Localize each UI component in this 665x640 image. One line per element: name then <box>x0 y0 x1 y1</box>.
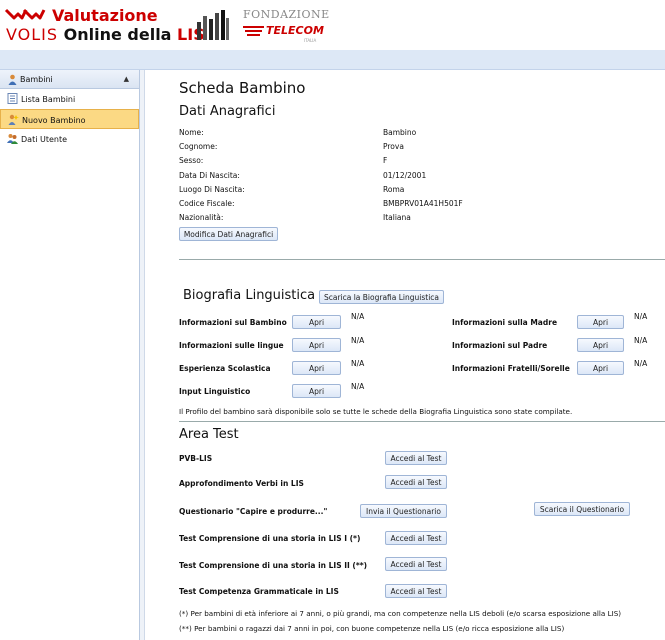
status-na: N/A <box>634 312 648 321</box>
status-na: N/A <box>351 359 365 368</box>
sidebar-section-bambini[interactable]: Bambini ▲ <box>0 70 139 89</box>
field-value-nome: Bambino <box>383 128 417 137</box>
list-icon <box>7 93 18 104</box>
field-label-cognome: Cognome: <box>179 142 218 151</box>
sidebar-item-dati-utente[interactable]: Dati Utente <box>0 129 139 149</box>
section-title-test: Area Test <box>179 427 239 442</box>
field-label-luogo-nascita: Luogo Di Nascita: <box>179 185 245 194</box>
bio-label-input: Input Linguistico <box>179 387 251 396</box>
logo-title-line1: Valutazione <box>52 6 158 25</box>
child-icon <box>8 74 17 85</box>
field-value-luogo-nascita: Roma <box>383 185 405 194</box>
field-value-sesso: F <box>383 156 388 165</box>
sidebar-splitter[interactable] <box>140 70 145 640</box>
open-padre-button[interactable]: Apri <box>577 338 624 352</box>
footnote-1: (*) Per bambini di età inferiore ai 7 an… <box>179 609 622 618</box>
sidebar-item-lista-bambini[interactable]: Lista Bambini <box>0 89 139 109</box>
sidebar-section-label: Bambini <box>20 75 53 84</box>
bio-label-madre: Informazioni sulla Madre <box>452 318 558 327</box>
access-storia-1-button[interactable]: Accedi al Test <box>385 531 447 545</box>
app-header: Valutazione VOLIS Online della LIS FONDA… <box>0 0 665 50</box>
sidebar: Bambini ▲ Lista Bambini Nuovo Bambino Da… <box>0 70 140 640</box>
test-label-storia-2: Test Comprensione di una storia in LIS I… <box>179 561 368 570</box>
open-scolastica-button[interactable]: Apri <box>292 361 341 375</box>
status-na: N/A <box>634 359 648 368</box>
biografia-note: Il Profilo del bambino sarà disponibile … <box>179 407 573 416</box>
sidebar-item-label: Nuovo Bambino <box>22 116 86 125</box>
access-grammaticale-button[interactable]: Accedi al Test <box>385 584 447 598</box>
test-label-grammaticale: Test Competenza Grammaticale in LIS <box>179 587 339 596</box>
field-label-codice-fiscale: Codice Fiscale: <box>179 199 235 208</box>
download-biografia-button[interactable]: Scarica la Biografia Linguistica <box>319 290 444 304</box>
test-label-verbi: Approfondimento Verbi in LIS <box>179 479 304 488</box>
chevron-up-icon[interactable]: ▲ <box>124 75 129 83</box>
field-value-codice-fiscale: BMBPRV01A41H501F <box>383 199 463 208</box>
hands-logo-icon <box>4 8 46 20</box>
bio-label-padre: Informazioni sul Padre <box>452 341 548 350</box>
page-title: Scheda Bambino <box>179 79 306 97</box>
send-questionario-button[interactable]: Invia il Questionario <box>360 504 447 518</box>
open-fratelli-button[interactable]: Apri <box>577 361 624 375</box>
status-na: N/A <box>351 312 365 321</box>
field-label-nazionalita: Nazionalità: <box>179 213 224 222</box>
field-value-data-nascita: 01/12/2001 <box>383 171 427 180</box>
sidebar-item-label: Dati Utente <box>21 135 68 144</box>
field-label-sesso: Sesso: <box>179 156 204 165</box>
header-toolbar <box>0 50 665 70</box>
bio-label-fratelli: Informazioni Fratelli/Sorelle <box>452 364 570 373</box>
test-label-questionario: Questionario "Capire e produrre..." <box>179 507 328 516</box>
open-input-button[interactable]: Apri <box>292 384 341 398</box>
divider <box>179 421 665 422</box>
bio-label-lingue: Informazioni sulle lingue <box>179 341 284 350</box>
telecom-name: TELECOM <box>266 24 324 37</box>
sidebar-item-label: Lista Bambini <box>21 95 76 104</box>
main-content: Scheda Bambino Dati Anagrafici Nome: Bam… <box>146 70 665 640</box>
users-icon <box>7 134 18 144</box>
status-na: N/A <box>351 382 365 391</box>
bars-logo-icon <box>197 10 229 40</box>
open-bambino-button[interactable]: Apri <box>292 315 341 329</box>
open-madre-button[interactable]: Apri <box>577 315 624 329</box>
access-pvb-button[interactable]: Accedi al Test <box>385 451 447 465</box>
telecom-logo: TELECOM ITALIA <box>242 24 324 43</box>
status-na: N/A <box>351 336 365 345</box>
field-label-data-nascita: Data Di Nascita: <box>179 171 240 180</box>
new-child-icon <box>8 114 19 125</box>
access-storia-2-button[interactable]: Accedi al Test <box>385 557 447 571</box>
footnote-2: (**) Per bambini o ragazzi dai 7 anni in… <box>179 624 565 633</box>
section-title-anagrafici: Dati Anagrafici <box>179 104 276 119</box>
field-label-nome: Nome: <box>179 128 204 137</box>
section-title-biografia: Biografia Linguistica <box>183 288 316 303</box>
divider <box>179 259 665 260</box>
sponsor-label: FONDAZIONE <box>243 8 330 21</box>
download-questionario-button[interactable]: Scarica il Questionario <box>534 502 630 516</box>
edit-anagrafici-button[interactable]: Modifica Dati Anagrafici <box>179 227 278 241</box>
field-value-cognome: Prova <box>383 142 404 151</box>
bio-label-bambino: Informazioni sul Bambino <box>179 318 287 327</box>
test-label-storia-1: Test Comprensione di una storia in LIS I… <box>179 534 361 543</box>
status-na: N/A <box>634 336 648 345</box>
access-verbi-button[interactable]: Accedi al Test <box>385 475 447 489</box>
telecom-sub: ITALIA <box>304 38 317 43</box>
bio-label-scolastica: Esperienza Scolastica <box>179 364 271 373</box>
test-label-pvb: PVB-LIS <box>179 454 213 463</box>
sidebar-item-nuovo-bambino[interactable]: Nuovo Bambino <box>0 109 139 129</box>
field-value-nazionalita: Italiana <box>383 213 411 222</box>
logo-title-line2: VOLIS Online della LIS <box>6 25 205 44</box>
open-lingue-button[interactable]: Apri <box>292 338 341 352</box>
telecom-swoosh-icon <box>243 26 264 36</box>
